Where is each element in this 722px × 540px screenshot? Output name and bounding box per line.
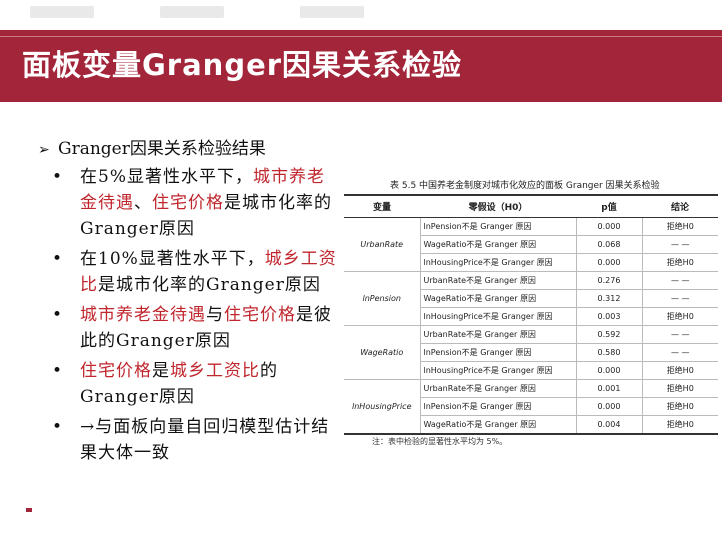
variable-cell: UrbanRate [344, 217, 420, 272]
toolbar-placeholder [30, 6, 94, 18]
conclusion-cell: 拒绝H0 [641, 397, 718, 416]
hypothesis-cell: lnHousingPrice不是 Granger 原因 [419, 307, 576, 326]
bullet-text: 在5%显著性水平下， [80, 167, 253, 187]
header-hypothesis: 零假设（H0） [420, 194, 576, 218]
conclusion-cell: 拒绝H0 [641, 217, 718, 236]
variable-cell: WageRatio [344, 325, 420, 380]
table-note: 注：表中检验的显著性水平均为 5%。 [372, 437, 508, 446]
conclusion-cell: 拒绝H0 [641, 361, 718, 380]
highlight-text: 城乡工资比 [170, 361, 260, 381]
hypothesis-cell: lnPension不是 Granger 原因 [419, 343, 576, 362]
table-body: UrbanRate lnPension不是 Granger 原因 0.000 拒绝H0… [344, 217, 718, 435]
hypothesis-cell: WageRatio不是 Granger 原因 [419, 235, 576, 254]
top-strip [0, 0, 722, 30]
toolbar-placeholder [300, 6, 364, 18]
bullet-item: • 在10%显著性水平下，城乡工资比是城市化率的Granger原因 [52, 246, 342, 298]
header-conclusion: 结论 [642, 194, 718, 218]
hypothesis-cell: lnHousingPrice不是 Granger 原因 [419, 361, 576, 380]
p-value-cell: 0.000 [575, 397, 642, 416]
bullet-text: 、 [134, 193, 152, 213]
highlight-text: 住宅价格 [224, 305, 296, 325]
bullet-list: • 在5%显著性水平下，城市养老金待遇、住宅价格是城市化率的Granger原因 • 在… [52, 164, 342, 470]
variable-cell: lnPension [344, 271, 420, 326]
bullet-dot-icon: • [52, 305, 64, 325]
highlight-text: 城市养老金待遇 [80, 305, 206, 325]
granger-table: 变量 零假设（H0） p值 结论 UrbanRate lnPension不是 Gr… [344, 194, 718, 435]
heading-text: Granger因果关系检验结果 [58, 139, 266, 159]
p-value-cell: 0.000 [575, 361, 642, 380]
hypothesis-cell: UrbanRate不是 Granger 原因 [419, 271, 576, 290]
arrow-bullet-icon: ➢ [38, 142, 50, 158]
variable-cell: lnHousingPrice [344, 379, 420, 435]
bullet-dot-icon: • [52, 249, 64, 269]
slide-title: 面板变量Granger因果关系检验 [22, 48, 463, 82]
bullet-text: 与 [206, 305, 224, 325]
hypothesis-cell: UrbanRate不是 Granger 原因 [419, 379, 576, 398]
p-value-cell: 0.592 [575, 325, 642, 344]
table-row: WageRatio UrbanRate不是 Granger 原因 0.592— — [344, 325, 718, 380]
hypothesis-cell: WageRatio不是 Granger 原因 [419, 289, 576, 308]
p-value-cell: 0.068 [575, 235, 642, 254]
p-value-cell: 0.580 [575, 343, 642, 362]
title-bar-rule [0, 36, 722, 37]
title-bar: 面板变量Granger因果关系检验 [0, 30, 722, 102]
conclusion-cell: 拒绝H0 [641, 415, 718, 435]
table-header-row: 变量 零假设（H0） p值 结论 [344, 194, 718, 218]
footer-mark [26, 508, 32, 512]
bullet-item: • 住宅价格是城乡工资比的Granger原因 [52, 358, 342, 410]
conclusion-cell: — — [641, 343, 718, 362]
bullet-item: • 城市养老金待遇与住宅价格是彼此的Granger原因 [52, 302, 342, 354]
p-value-cell: 0.001 [575, 379, 642, 398]
bullet-item: • →与面板向量自回归模型估计结果大体一致 [52, 414, 342, 466]
conclusion-cell: — — [641, 271, 718, 290]
hypothesis-cell: lnHousingPrice不是 Granger 原因 [419, 253, 576, 272]
hypothesis-cell: lnPension不是 Granger 原因 [419, 217, 576, 236]
conclusion-cell: — — [641, 325, 718, 344]
p-value-cell: 0.003 [575, 307, 642, 326]
bullet-text: 在10%显著性水平下， [80, 249, 265, 269]
highlight-text: 住宅价格 [152, 193, 224, 213]
bullet-text: →与面板向量自回归模型估计结果大体一致 [80, 417, 330, 463]
section-heading: ➢ Granger因果关系检验结果 [38, 134, 266, 159]
bullet-dot-icon: • [52, 417, 64, 437]
bullet-text: 是城市化率的Granger原因 [98, 275, 321, 295]
p-value-cell: 0.312 [575, 289, 642, 308]
table-caption: 表 5.5 中国养老金制度对城市化效应的面板 Granger 因果关系检验 [390, 181, 660, 191]
header-p-value: p值 [576, 194, 642, 218]
header-variable: 变量 [344, 194, 420, 218]
highlight-text: 住宅价格 [80, 361, 152, 381]
toolbar-placeholder [160, 6, 224, 18]
hypothesis-cell: UrbanRate不是 Granger 原因 [419, 325, 576, 344]
table-row: lnHousingPrice UrbanRate不是 Granger 原因 0.00… [344, 379, 718, 435]
p-value-cell: 0.000 [575, 253, 642, 272]
hypothesis-cell: lnPension不是 Granger 原因 [419, 397, 576, 416]
p-value-cell: 0.276 [575, 271, 642, 290]
table-row: UrbanRate lnPension不是 Granger 原因 0.000 拒绝H0 [344, 217, 718, 272]
bullet-text: 是 [152, 361, 170, 381]
conclusion-cell: — — [641, 289, 718, 308]
conclusion-cell: — — [641, 235, 718, 254]
bullet-dot-icon: • [52, 167, 64, 187]
bullet-dot-icon: • [52, 361, 64, 381]
table-row: lnPension UrbanRate不是 Granger 原因 0.276— — [344, 271, 718, 326]
p-value-cell: 0.004 [575, 415, 642, 435]
bullet-item: • 在5%显著性水平下，城市养老金待遇、住宅价格是城市化率的Granger原因 [52, 164, 342, 242]
conclusion-cell: 拒绝H0 [641, 253, 718, 272]
conclusion-cell: 拒绝H0 [641, 307, 718, 326]
p-value-cell: 0.000 [575, 217, 642, 236]
hypothesis-cell: WageRatio不是 Granger 原因 [419, 415, 576, 435]
conclusion-cell: 拒绝H0 [641, 379, 718, 398]
